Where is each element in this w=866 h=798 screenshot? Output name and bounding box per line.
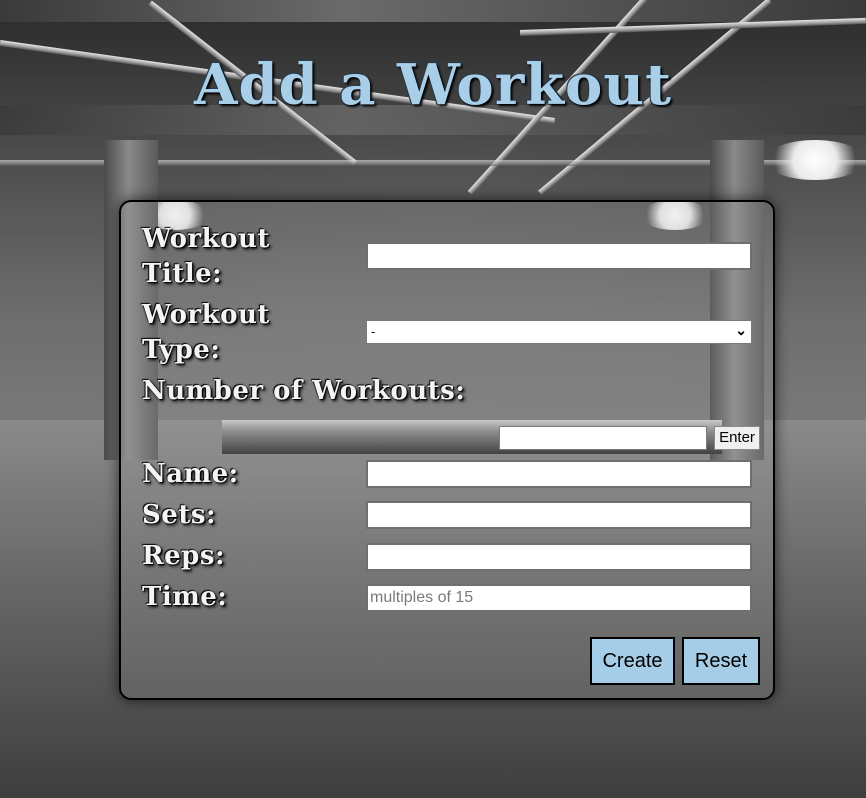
number-of-workouts-input[interactable] [499,426,707,450]
ceiling-beam [0,0,866,22]
name-input[interactable] [366,460,752,488]
reset-button[interactable]: Reset [682,637,760,685]
enter-button[interactable]: Enter [714,426,760,450]
workout-title-input[interactable] [366,242,752,270]
time-label: Time: [142,582,228,612]
number-of-workouts-label: Number of Workouts: [142,376,466,406]
sets-label: Sets: [142,500,217,530]
workout-type-selected-value: - [371,324,376,339]
name-label: Name: [142,459,239,489]
chevron-down-icon: ⌄ [735,322,747,338]
workout-type-select[interactable]: - ⌄ [366,320,752,344]
workout-title-label: Workout Title: [142,224,270,289]
create-button[interactable]: Create [590,637,675,685]
sets-input[interactable] [366,501,752,529]
workout-type-label: Workout Type: [142,300,270,365]
ceiling-light [765,140,865,180]
reps-input[interactable] [366,543,752,571]
time-input[interactable] [366,584,752,612]
page-title: Add a Workout [194,52,672,118]
reps-label: Reps: [142,541,226,571]
